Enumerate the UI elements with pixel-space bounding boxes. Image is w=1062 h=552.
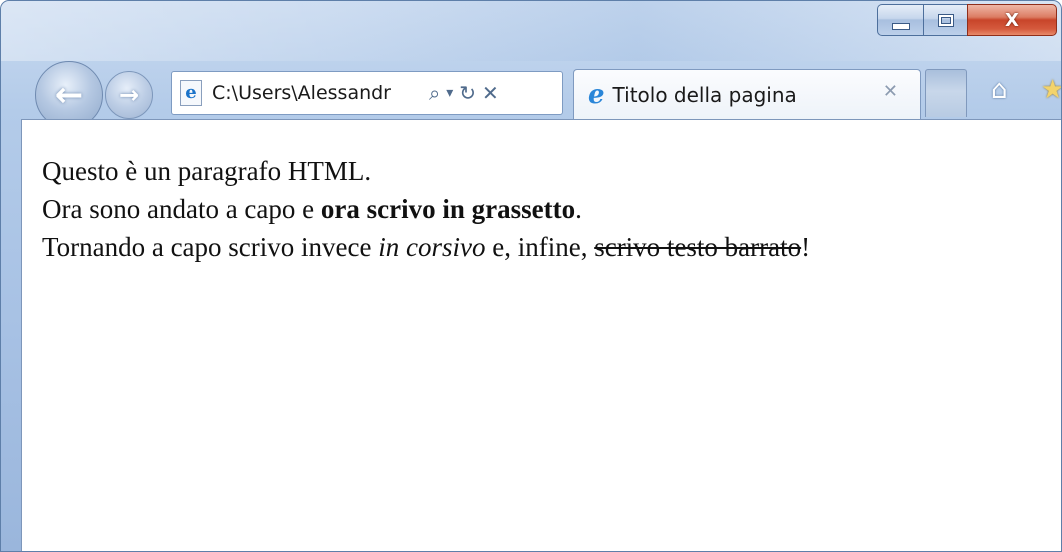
ie-page-icon: e [180, 80, 202, 106]
ie-tab-icon: e [588, 79, 605, 110]
italic-text: in corsivo [378, 232, 486, 262]
refresh-icon[interactable]: ↻ [459, 83, 476, 103]
close-icon: X [1005, 9, 1019, 31]
minimize-icon [891, 22, 910, 30]
page-paragraph: Questo è un paragrafo HTML. Ora sono and… [22, 120, 1061, 266]
back-arrow-icon: ← [54, 75, 84, 115]
line3-middle: e, infine, [485, 232, 595, 262]
address-tools: ⌕ ▾ ↻ ✕ [426, 83, 502, 103]
strikethrough-text: scrivo testo barrato [594, 232, 802, 262]
minimize-button[interactable] [877, 4, 923, 36]
address-bar[interactable]: e C:\Users\Alessandr ⌕ ▾ ↻ ✕ [171, 71, 563, 115]
new-tab-button[interactable] [925, 69, 967, 117]
stop-icon[interactable]: ✕ [482, 83, 499, 103]
line2-suffix: . [575, 194, 582, 224]
chevron-down-icon[interactable]: ▾ [446, 86, 453, 100]
browser-window: X ← → e C:\Users\Alessandr ⌕ ▾ ↻ ✕ e Tit… [0, 0, 1062, 552]
bold-text: ora scrivo in grassetto [320, 194, 576, 224]
line2-prefix: Ora sono andato a capo e [42, 194, 321, 224]
maximize-button[interactable] [923, 4, 967, 36]
content-area: Questo è un paragrafo HTML. Ora sono and… [21, 119, 1061, 551]
search-icon[interactable]: ⌕ [429, 83, 440, 103]
tab-active[interactable]: e Titolo della pagina ✕ [573, 69, 921, 119]
home-icon[interactable]: ⌂ [991, 77, 1008, 103]
window-caption-buttons: X [877, 4, 1057, 38]
star-icon[interactable]: ★ [1041, 77, 1061, 103]
paragraph-line-1: Questo è un paragrafo HTML. [42, 152, 1061, 190]
line3-suffix: ! [801, 232, 811, 262]
tab-title: Titolo della pagina [612, 82, 797, 107]
forward-button[interactable]: → [105, 71, 153, 119]
address-input[interactable]: C:\Users\Alessandr [212, 82, 420, 104]
line3-prefix: Tornando a capo scrivo invece [42, 232, 379, 262]
line1-text: Questo è un paragrafo HTML. [42, 156, 372, 186]
tab-close-icon[interactable]: ✕ [883, 83, 898, 101]
paragraph-line-3: Tornando a capo scrivo invece in corsivo… [42, 228, 1061, 266]
close-button[interactable]: X [967, 4, 1057, 36]
forward-arrow-icon: → [118, 81, 140, 109]
paragraph-line-2: Ora sono andato a capo e ora scrivo in g… [42, 190, 1061, 228]
maximize-icon [937, 13, 954, 27]
